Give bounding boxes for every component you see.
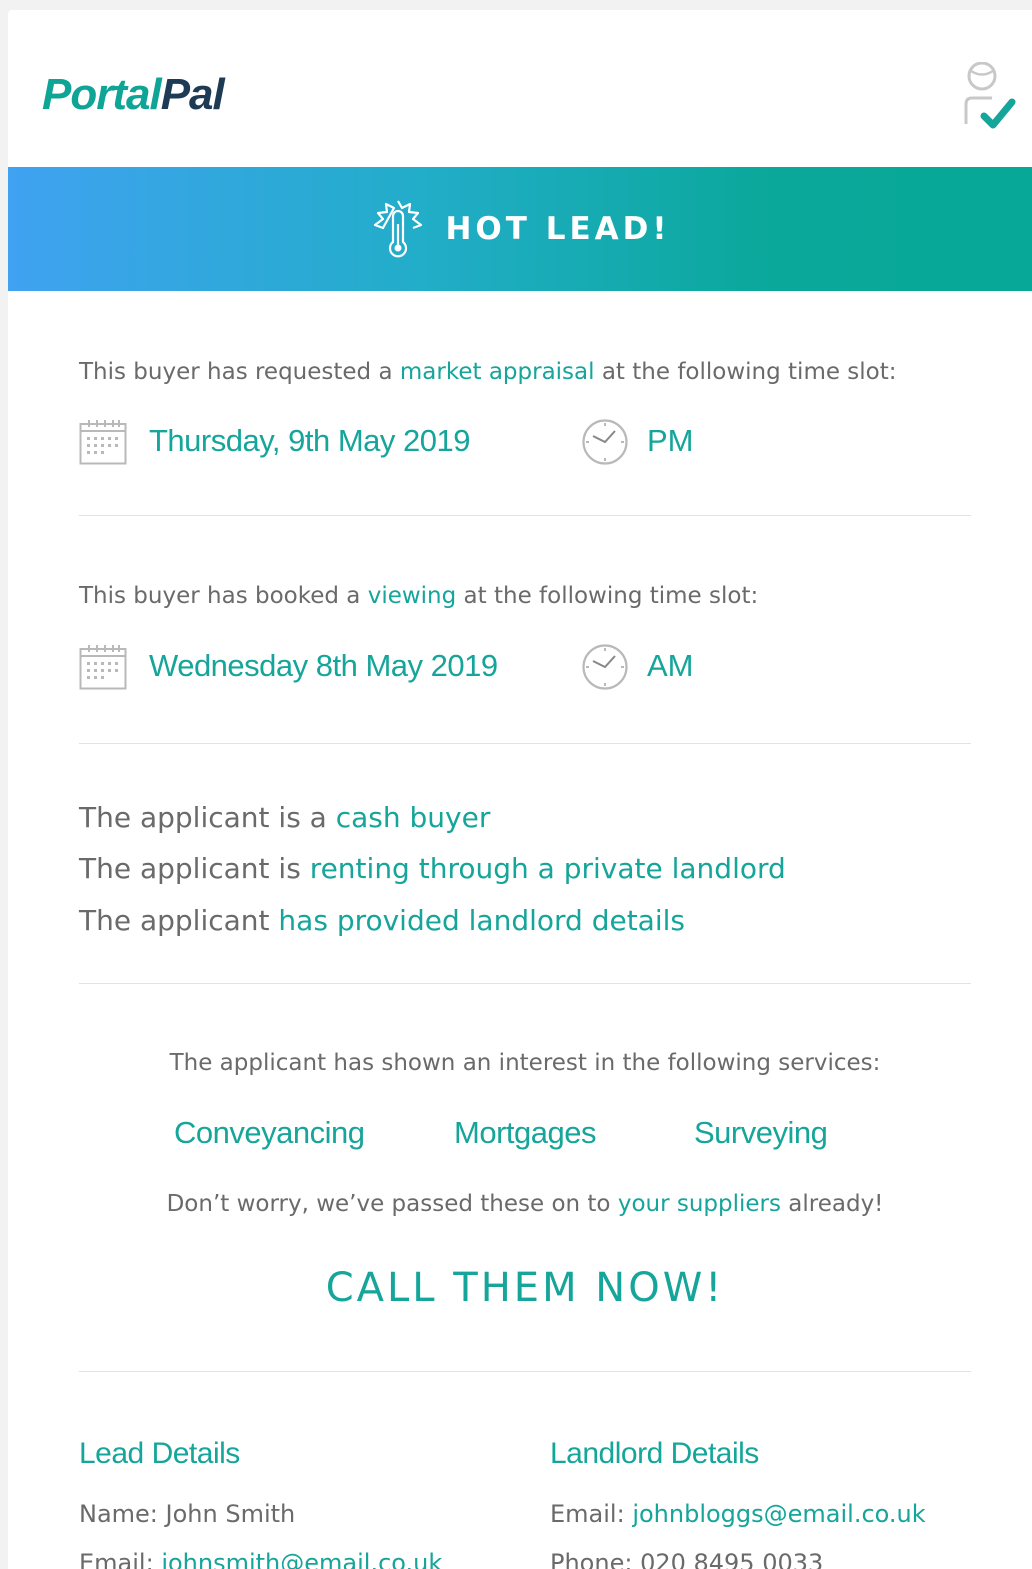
viewing-intro: This buyer has booked a viewing at the f…: [79, 583, 759, 609]
lead-email: Email: johnsmith@email.co.uk: [79, 1549, 442, 1569]
appraisal-intro: This buyer has requested a market apprai…: [79, 359, 897, 385]
lead-name: Name: John Smith: [79, 1500, 296, 1528]
service-conveyancing: Conveyancing: [174, 1115, 365, 1150]
appraisal-slot: Thursday, 9th May 2019 PM: [79, 417, 971, 469]
call-them-now-heading: CALL THEM NOW!: [325, 1265, 725, 1311]
lead-email-link[interactable]: johnsmith@email.co.uk: [161, 1549, 442, 1569]
calendar-icon: [79, 420, 127, 465]
viewing-date: Wednesday 8th May 2019: [149, 648, 498, 683]
applicant-line-living: The applicant is renting through a priva…: [79, 852, 786, 885]
appraisal-date: Thursday, 9th May 2019: [149, 423, 471, 458]
clock-icon: [582, 419, 628, 465]
services-intro: The applicant has shown an interest in t…: [169, 1050, 881, 1076]
calendar-icon: [79, 645, 127, 690]
applicant-line-buyer-type: The applicant is a cash buyer: [79, 801, 491, 834]
user-check-icon[interactable]: [958, 62, 1018, 134]
divider: [79, 743, 971, 744]
viewing-period: AM: [647, 648, 694, 683]
divider: [79, 515, 971, 516]
service-surveying: Surveying: [694, 1115, 828, 1150]
divider: [79, 983, 971, 984]
landlord-email: Email: johnbloggs@email.co.uk: [550, 1500, 926, 1528]
thermometer-icon: [374, 200, 423, 258]
header: PortalPal: [8, 10, 1032, 167]
hot-lead-title: HOT LEAD!: [445, 211, 671, 247]
applicant-line-landlord: The applicant has provided landlord deta…: [79, 904, 685, 937]
suppliers-note: Don’t worry, we’ve passed these on to yo…: [166, 1191, 884, 1217]
email-card: PortalPal HOT LEAD! This buyer has reque…: [8, 10, 1032, 1569]
divider: [79, 1371, 971, 1372]
hot-lead-banner: HOT LEAD!: [8, 167, 1032, 291]
portalpal-logo[interactable]: PortalPal: [42, 70, 225, 120]
landlord-details-title: Landlord Details: [550, 1437, 759, 1470]
clock-icon: [582, 644, 628, 690]
landlord-email-link[interactable]: johnbloggs@email.co.uk: [632, 1500, 925, 1528]
appraisal-type: market appraisal: [399, 359, 595, 385]
landlord-phone: Phone: 020 8495 0033: [550, 1549, 824, 1569]
viewing-type: viewing: [367, 583, 457, 609]
lead-details-title: Lead Details: [79, 1437, 240, 1470]
suppliers-link[interactable]: your suppliers: [618, 1191, 781, 1217]
services-list: Conveyancing Mortgages Surveying: [79, 1115, 971, 1155]
viewing-slot: Wednesday 8th May 2019 AM: [79, 642, 971, 694]
appraisal-period: PM: [647, 423, 694, 458]
service-mortgages: Mortgages: [454, 1115, 596, 1150]
